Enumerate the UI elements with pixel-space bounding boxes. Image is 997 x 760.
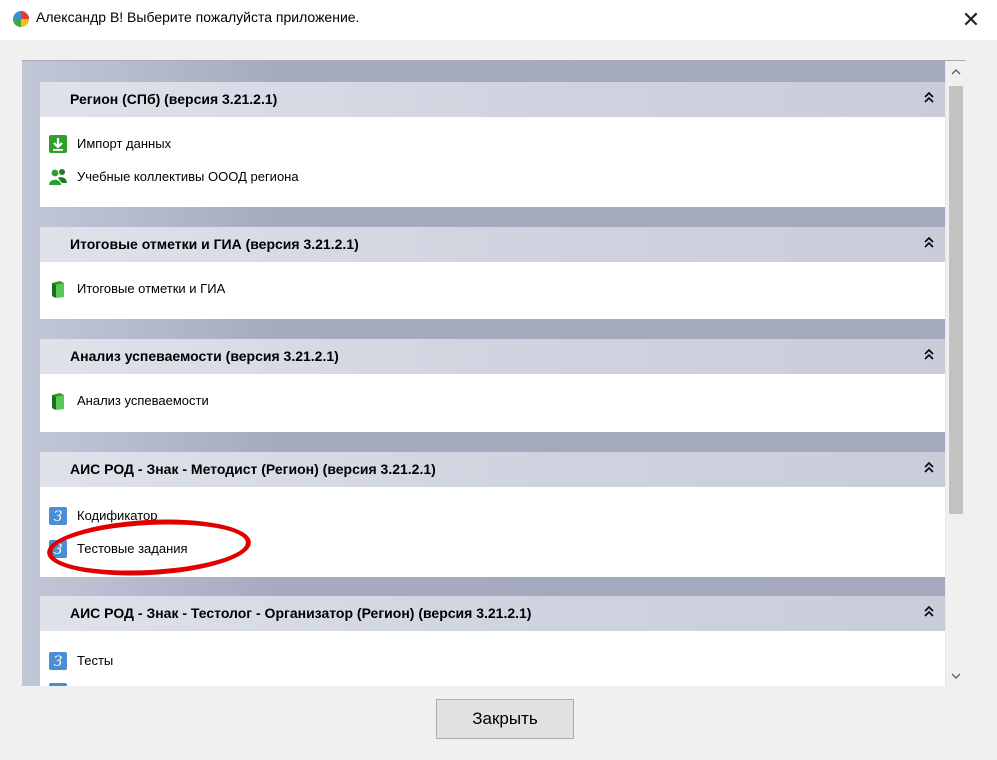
section-header[interactable]: АИС РОД - Знак - Методист (Регион) (верс…: [40, 452, 946, 487]
section-region-spb: Регион (СПб) (версия 3.21.2.1) Импорт да…: [40, 82, 946, 207]
svg-text:З: З: [54, 542, 63, 558]
svg-text:З: З: [54, 509, 63, 525]
app-item-study-groups[interactable]: Учебные коллективы ОООД региона: [40, 166, 946, 188]
scroll-up-button[interactable]: [946, 62, 966, 80]
app-item-label: Тесты: [77, 653, 114, 668]
section-final-grades: Итоговые отметки и ГИА (версия 3.21.2.1)…: [40, 227, 946, 319]
app-item-label: Анализ успеваемости: [77, 393, 209, 408]
section-body: З Кодификатор З Тестовые задания: [40, 487, 946, 577]
dialog-client-area: Регион (СПб) (версия 3.21.2.1) Импорт да…: [0, 40, 997, 760]
section-ais-methodist: АИС РОД - Знак - Методист (Регион) (верс…: [40, 452, 946, 577]
section-header[interactable]: Регион (СПб) (версия 3.21.2.1): [40, 82, 946, 117]
section-header[interactable]: Итоговые отметки и ГИА (версия 3.21.2.1): [40, 227, 946, 262]
section-performance-analysis: Анализ успеваемости (версия 3.21.2.1) Ан…: [40, 339, 946, 432]
scrollbar-thumb[interactable]: [949, 86, 963, 514]
app-item-label: Кодификатор: [77, 508, 158, 523]
green-book-icon: [52, 281, 64, 298]
close-icon: ✕: [961, 7, 981, 33]
green-book-icon: [52, 393, 64, 410]
app-item-import-data[interactable]: Импорт данных: [40, 133, 946, 155]
app-item-performance-analysis[interactable]: Анализ успеваемости: [40, 390, 946, 412]
chevron-up-icon: [951, 68, 961, 74]
section-title: Анализ успеваемости (версия 3.21.2.1): [70, 348, 339, 364]
title-bar: Александр В! Выберите пожалуйста приложе…: [0, 0, 997, 40]
green-users-icon: [49, 169, 67, 185]
double-chevron-up-icon[interactable]: [920, 458, 938, 478]
double-chevron-up-icon[interactable]: [920, 233, 938, 253]
multicolor-globe-icon: [13, 11, 29, 27]
chevron-down-icon: [951, 673, 961, 679]
blue-z-icon: З: [49, 540, 67, 558]
section-body: Итоговые отметки и ГИА: [40, 262, 946, 319]
blue-z-icon: [49, 683, 67, 686]
close-button[interactable]: Закрыть: [436, 699, 574, 739]
window-close-button[interactable]: ✕: [953, 2, 989, 38]
section-ais-testolog: АИС РОД - Знак - Тестолог - Организатор …: [40, 596, 946, 686]
double-chevron-up-icon[interactable]: [920, 602, 938, 622]
app-item-codifier[interactable]: З Кодификатор: [40, 505, 946, 527]
scroll-down-button[interactable]: [946, 667, 966, 685]
blue-z-icon: З: [49, 507, 67, 525]
application-list[interactable]: Регион (СПб) (версия 3.21.2.1) Импорт да…: [22, 60, 966, 686]
section-title: Итоговые отметки и ГИА (версия 3.21.2.1): [70, 236, 359, 252]
vertical-scrollbar[interactable]: [945, 61, 966, 686]
app-item-label: Тестовые задания: [77, 541, 188, 556]
app-item-final-grades[interactable]: Итоговые отметки и ГИА: [40, 278, 946, 300]
app-item-test-tasks[interactable]: З Тестовые задания: [40, 538, 946, 560]
section-header[interactable]: Анализ успеваемости (версия 3.21.2.1): [40, 339, 946, 374]
blue-z-icon: З: [49, 652, 67, 670]
section-body: Анализ успеваемости: [40, 374, 946, 432]
app-item-label: Итоговые отметки и ГИА: [77, 281, 226, 296]
section-title: АИС РОД - Знак - Тестолог - Организатор …: [70, 605, 532, 621]
section-header[interactable]: АИС РОД - Знак - Тестолог - Организатор …: [40, 596, 946, 631]
app-item-label: Импорт данных: [77, 136, 172, 151]
green-download-icon: [49, 135, 67, 153]
section-title: Регион (СПб) (версия 3.21.2.1): [70, 91, 278, 107]
app-item-partial[interactable]: [40, 681, 946, 686]
section-body: Импорт данных Учебные коллективы ОООД ре…: [40, 117, 946, 207]
window-title: Александр В! Выберите пожалуйста приложе…: [36, 9, 360, 25]
double-chevron-up-icon[interactable]: [920, 345, 938, 365]
svg-text:З: З: [54, 654, 63, 670]
app-item-tests[interactable]: З Тесты: [40, 650, 946, 672]
section-body: З Тесты: [40, 631, 946, 686]
app-item-label: Учебные коллективы ОООД региона: [77, 169, 299, 184]
double-chevron-up-icon[interactable]: [920, 88, 938, 108]
section-title: АИС РОД - Знак - Методист (Регион) (верс…: [70, 461, 436, 477]
